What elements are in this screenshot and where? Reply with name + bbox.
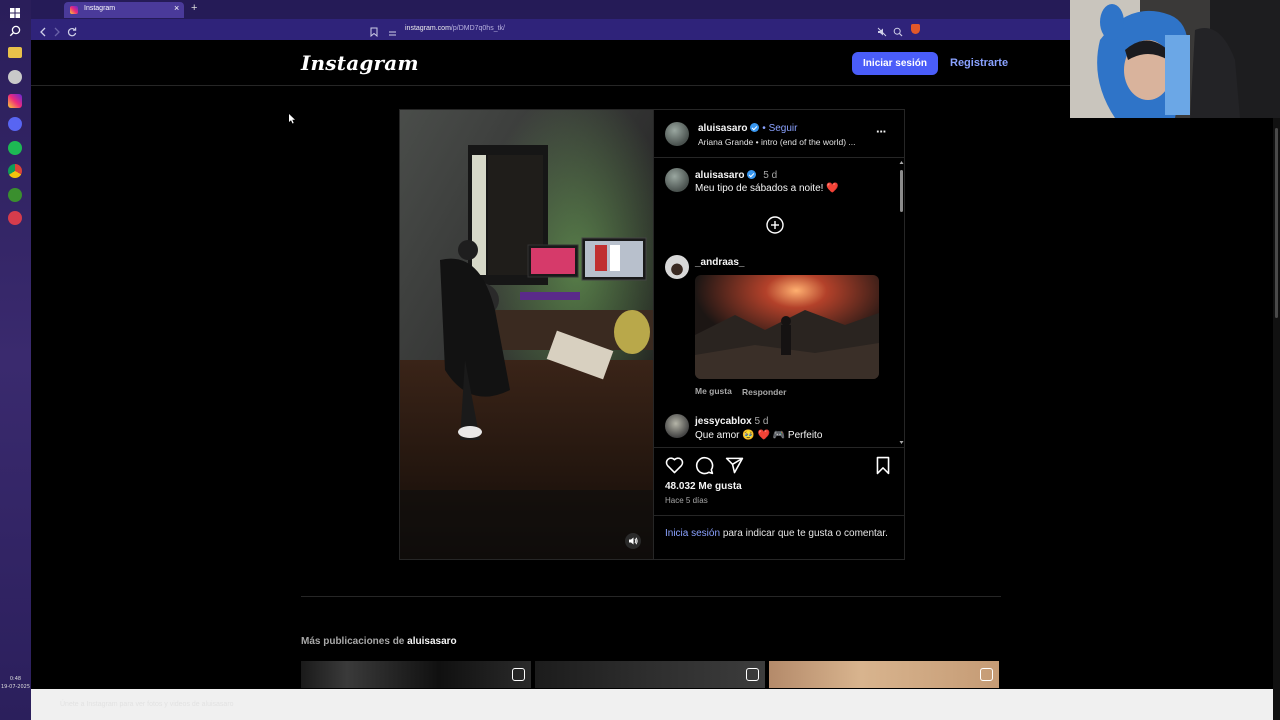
caption-header: aluisasaro 5 d [695,169,777,181]
post-video[interactable] [400,110,653,559]
caption-text: Meu tipo de sábados a noite! ❤️ [695,183,839,194]
instagram-logo[interactable]: Instagram [301,51,419,75]
comment-username[interactable]: jessycablox [695,416,752,427]
instagram-favicon-icon [70,6,78,14]
caption-avatar[interactable] [665,168,689,192]
divider [654,157,904,158]
comment-icon[interactable] [695,456,714,480]
windows-start-icon[interactable] [10,5,20,18]
bookmark-icon[interactable] [875,456,891,480]
new-tab-button[interactable]: + [191,2,197,14]
section-divider [301,596,1001,597]
post-sidebar: aluisasaro • Seguir Ariana Grande • intr… [653,110,904,559]
more-posts-prefix: Más publicaciones de [301,636,405,647]
browser-toolbar [31,19,1070,40]
comment-like-button[interactable]: Me gusta [695,386,732,396]
url-path: /p/DMD7q0hs_tk/ [450,25,505,32]
spotify-icon[interactable] [8,141,22,155]
likes-count[interactable]: 48.032 Me gusta [665,481,742,492]
webcam-overlay [1070,0,1280,118]
files-icon[interactable] [8,47,22,58]
comment-username[interactable]: _andraas_ [695,257,744,268]
search-icon[interactable] [9,24,21,42]
more-posts-user[interactable]: aluisasaro [407,636,456,647]
discord-icon[interactable] [8,117,22,131]
comment-avatar[interactable] [665,414,689,438]
divider [654,447,904,448]
mouse-cursor-icon [289,111,296,129]
more-options-icon[interactable]: ··· [876,124,887,139]
browser-tab-strip: Instagram × + [31,0,1070,19]
volume-icon[interactable] [625,533,641,549]
author-username[interactable]: aluisasaro [698,123,747,134]
comments-scroll-thumb[interactable] [900,170,903,212]
chrome-icon[interactable] [8,164,22,178]
login-button[interactable]: Iniciar sesión [852,52,938,75]
shield-icon[interactable] [8,70,22,84]
page-scroll-thumb[interactable] [1275,128,1278,318]
reel-icon [980,668,993,681]
audio-track[interactable]: Ariana Grande • intro (end of the world)… [698,137,855,147]
taskbar-time: 0:48 [9,676,22,682]
comment-header: jessycablox 5 d [695,416,768,427]
browser-tab-instagram[interactable]: Instagram × [64,2,184,18]
login-prompt: Inicia sesión para indicar que te gusta … [665,527,890,541]
login-prompt-text: para indicar que te gusta o comentar. [722,528,888,539]
comment-image[interactable] [695,275,879,379]
more-post-thumbnail[interactable] [301,661,531,688]
comment-text: Que amor 🥹 ❤️ 🎮 Perfeito [695,430,823,441]
follow-button[interactable]: Seguir [769,123,798,134]
comment-avatar[interactable] [665,255,689,279]
post-author-line: aluisasaro • Seguir [698,122,797,134]
more-posts-title: Más publicaciones de aluisasaro [301,636,457,647]
caption-username[interactable]: aluisasaro [695,170,744,181]
share-icon[interactable] [725,456,744,480]
post-date: Hace 5 días [665,496,708,505]
os-taskbar: 0:48 19-07-2025 [0,0,31,720]
divider [654,515,904,516]
login-prompt-link[interactable]: Inicia sesión [665,528,720,539]
author-avatar[interactable] [665,122,689,146]
more-post-thumbnail[interactable] [535,661,765,688]
reel-icon [746,668,759,681]
comment-reply-button[interactable]: Responder [742,387,786,397]
post-card: aluisasaro • Seguir Ariana Grande • intr… [399,109,905,560]
url-host: instagram.com [405,25,451,32]
follow-separator: • [762,123,766,134]
register-link[interactable]: Registrarte [950,57,1008,69]
brave-shield-icon[interactable] [911,24,920,34]
signup-banner-text: Únete a Instagram para ver fotos y video… [60,701,234,708]
tab-close-icon[interactable]: × [174,3,179,13]
instagram-icon[interactable] [8,94,22,108]
comment-time: 5 d [754,416,769,427]
url-field[interactable]: instagram.com/p/DMD7q0hs_tk/ [405,25,505,32]
verified-badge-icon [750,123,760,132]
reel-icon [512,668,525,681]
plus-circle-icon[interactable] [766,216,784,239]
taskbar-date: 19-07-2025 [0,684,31,690]
tab-title: Instagram [84,5,116,12]
verified-badge-icon [747,170,757,179]
more-post-thumbnail[interactable] [769,661,999,688]
xbox-icon[interactable] [8,188,22,202]
heart-icon[interactable] [665,456,684,479]
caption-time: 5 d [763,170,778,181]
app-icon[interactable] [8,211,22,225]
